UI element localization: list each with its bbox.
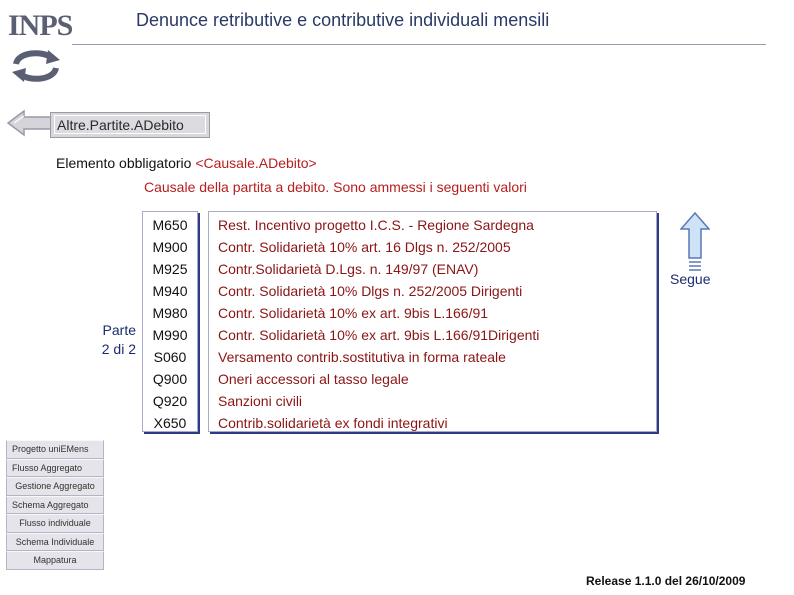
menu-item-progetto-uniemens[interactable]: Progetto uniEMens (6, 440, 104, 459)
back-arrow-icon[interactable] (6, 108, 56, 138)
element-description: Causale della partita a debito. Sono amm… (144, 179, 527, 195)
description-cell: Contr. Solidarietà 10% ex art. 9bis L.16… (218, 305, 489, 321)
logo-arrows-icon (12, 50, 60, 82)
release-info: Release 1.1.0 del 26/10/2009 (586, 574, 746, 588)
description-cell: Contr. Solidarietà 10% art. 16 Dlgs n. 2… (218, 239, 511, 255)
title-divider (72, 44, 766, 45)
segue-link[interactable]: Segue (670, 271, 710, 287)
description-column: Rest. Incentivo progetto I.C.S. - Region… (208, 211, 657, 432)
page-indicator: Parte 2 di 2 (90, 321, 136, 359)
description-cell: Contrib.solidarietà ex fondi integrativi (218, 415, 448, 431)
description-cell: Contr.Solidarietà D.Lgs. n. 149/97 (ENAV… (218, 261, 479, 277)
menu-item-schema-individuale[interactable]: Schema Individuale (6, 532, 104, 551)
page-title: Denunce retributive e contributive indiv… (136, 10, 550, 30)
code-cell: S060 (153, 349, 187, 365)
description-cell: Rest. Incentivo progetto I.C.S. - Region… (218, 217, 534, 233)
menu-item-gestione-aggregato[interactable]: Gestione Aggregato (6, 477, 104, 496)
menu-item-flusso-individuale[interactable]: Flusso individuale (6, 514, 104, 533)
code-column: M650 M900 M925 M940 M980 M990 S060 Q900 … (142, 211, 198, 432)
code-cell: Q920 (152, 393, 188, 409)
code-cell: X650 (153, 415, 187, 431)
inps-logo: INPS (8, 8, 73, 84)
page-indicator-line1: Parte (102, 322, 136, 338)
code-cell: M650 (152, 217, 188, 233)
menu-item-mappatura[interactable]: Mappatura (6, 551, 104, 570)
description-cell: Sanzioni civili (218, 393, 303, 409)
code-cell: M925 (152, 261, 188, 277)
element-prefix: Elemento obbligatorio (56, 155, 196, 171)
description-cell: Contr. Solidarietà 10% ex art. 9bis L.16… (218, 327, 540, 343)
description-cell: Oneri accessori al tasso legale (218, 371, 409, 387)
up-arrow-icon[interactable] (680, 212, 710, 274)
description-list: Rest. Incentivo progetto I.C.S. - Region… (209, 212, 656, 434)
description-cell: Versamento contrib.sostitutiva in forma … (218, 349, 506, 365)
breadcrumb-label: Altre.Partite.ADebito (54, 115, 206, 134)
logo-text: INPS (8, 9, 73, 42)
element-heading: Elemento obbligatorio <Causale.ADebito> (56, 155, 317, 171)
menu-item-schema-aggregato[interactable]: Schema Aggregato (6, 495, 104, 514)
element-tag: <Causale.ADebito> (195, 155, 317, 171)
code-cell: Q900 (152, 371, 188, 387)
description-cell: Contr. Solidarietà 10% Dlgs n. 252/2005 … (218, 283, 523, 299)
code-cell: M980 (152, 305, 188, 321)
breadcrumb[interactable]: Altre.Partite.ADebito (50, 112, 210, 138)
code-cell: M900 (152, 239, 188, 255)
code-list: M650 M900 M925 M940 M980 M990 S060 Q900 … (143, 212, 197, 434)
side-menu: Progetto uniEMens Flusso Aggregato Gesti… (6, 440, 104, 570)
code-cell: M940 (152, 283, 188, 299)
page-indicator-line2: 2 di 2 (101, 341, 136, 357)
menu-item-flusso-aggregato[interactable]: Flusso Aggregato (6, 458, 104, 477)
code-cell: M990 (152, 327, 188, 343)
